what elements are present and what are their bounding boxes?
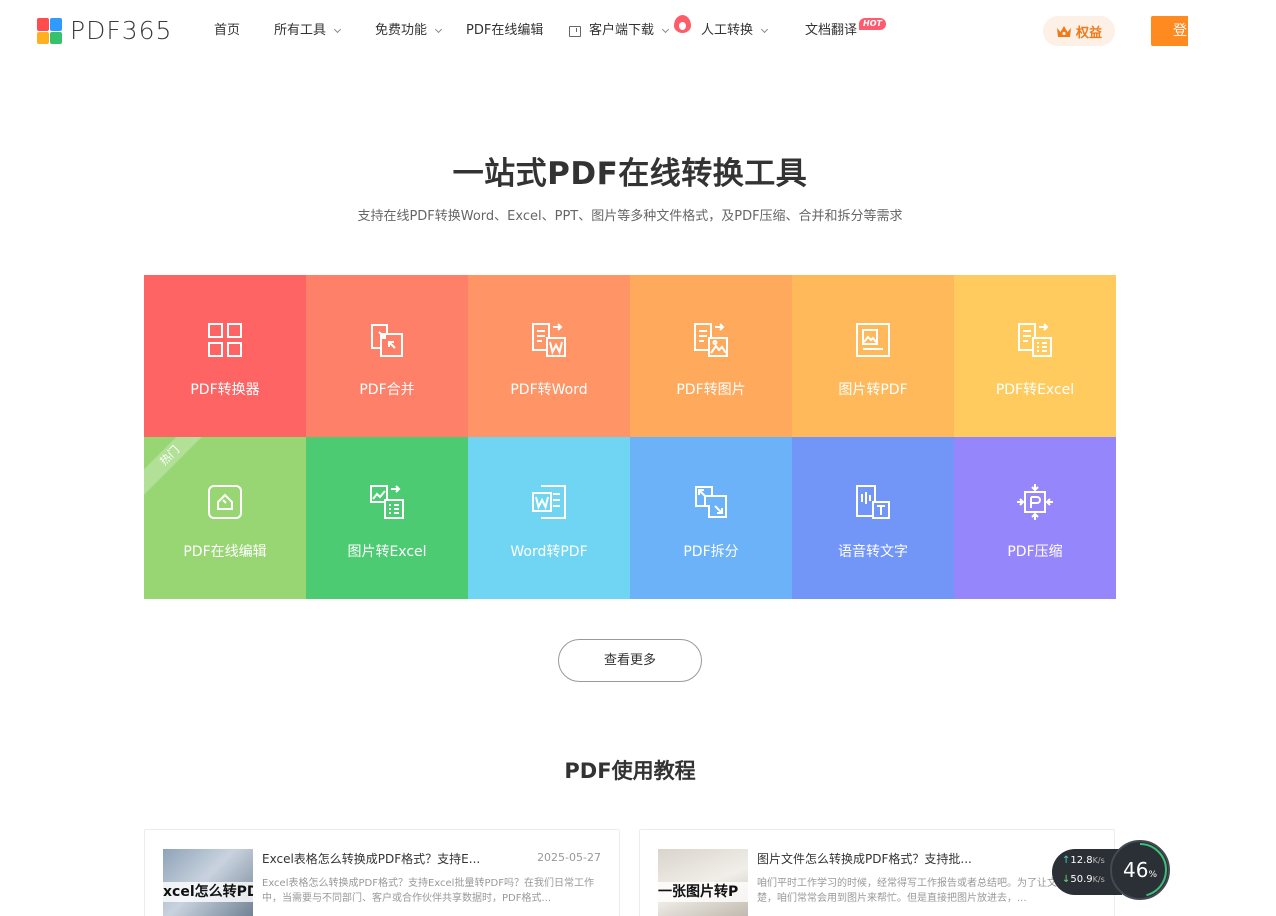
nav-item-label: 客户端下载	[589, 23, 655, 38]
tool-label: PDF合并	[359, 382, 415, 398]
nav-item-pdf-online-edit[interactable]: PDF在线编辑	[466, 22, 543, 40]
download-icon	[569, 25, 581, 37]
logo-mark-icon	[37, 18, 62, 44]
article-title[interactable]: 图片文件怎么转换成PDF格式？支持批...	[757, 850, 997, 867]
tool-pdf-compress[interactable]: PDF压缩	[954, 437, 1116, 599]
tool-label: PDF转换器	[190, 382, 260, 398]
tool-label: 图片转Excel	[347, 544, 427, 560]
tool-pdf-to-excel[interactable]: PDF转Excel	[954, 275, 1116, 437]
article-thumbnail-text: 一张图片转P	[658, 882, 748, 902]
article-card[interactable]: xcel怎么转PD Excel表格怎么转换成PDF格式？支持E... 2025-…	[144, 829, 620, 916]
speech-to-text-icon	[856, 485, 890, 519]
nav-item-label: 人工转换	[701, 23, 754, 38]
hot-badge: HOT	[859, 18, 886, 30]
speed-unit: K/s	[1092, 875, 1105, 884]
chevron-down-icon	[661, 25, 670, 34]
view-more-button[interactable]: 查看更多	[558, 639, 702, 682]
article-card[interactable]: 一张图片转P 图片文件怎么转换成PDF格式？支持批... 2025 咱们平时工作…	[639, 829, 1115, 916]
nav-item-home[interactable]: 首页	[214, 22, 240, 40]
tool-word-to-pdf[interactable]: Word转PDF	[468, 437, 630, 599]
hero-title: 一站式PDF在线转换工具	[452, 156, 808, 192]
nav-item-label: 免费功能	[375, 23, 428, 38]
tool-grid: PDF转换器 PDF合并 PDF转Word PDF转图片 图片转PDF PDF转…	[144, 275, 1116, 599]
tool-image-to-pdf[interactable]: 图片转PDF	[792, 275, 954, 437]
download-speed: ↓50.9K/s	[1062, 874, 1105, 885]
tool-label: PDF转图片	[676, 382, 746, 398]
usage-percent: 46%	[1112, 858, 1168, 882]
download-speed-value: 50.9	[1070, 874, 1093, 885]
word-to-pdf-icon	[532, 485, 566, 519]
pdf-to-image-icon	[694, 323, 728, 357]
pdf-to-word-icon	[532, 323, 566, 357]
tool-image-to-excel[interactable]: 图片转Excel	[306, 437, 468, 599]
hot-corner-badge: 热门	[144, 437, 212, 498]
top-header: PDF365 首页 所有工具 免费功能 PDF在线编辑 客户端下载 人工转换 文…	[0, 0, 1276, 62]
grid-icon	[208, 323, 242, 357]
tool-label: PDF压缩	[1007, 544, 1063, 560]
tool-label: 语音转文字	[838, 544, 908, 560]
article-thumbnail: 一张图片转P	[658, 849, 748, 916]
tutorial-section-title: PDF使用教程	[564, 759, 696, 783]
tool-label: PDF在线编辑	[183, 544, 267, 560]
tool-pdf-online-edit[interactable]: 热门 PDF在线编辑	[144, 437, 306, 599]
compress-icon	[1017, 484, 1053, 520]
tool-pdf-to-image[interactable]: PDF转图片	[630, 275, 792, 437]
chevron-down-icon	[333, 25, 342, 34]
chevron-down-icon	[760, 25, 769, 34]
nav-item-manual-convert[interactable]: 人工转换	[701, 22, 769, 40]
merge-icon	[371, 324, 403, 357]
memory-usage-ring[interactable]: 46%	[1110, 840, 1170, 900]
usage-percent-unit: %	[1148, 870, 1157, 880]
nav-item-label: 首页	[214, 23, 241, 38]
upload-speed-value: 12.8	[1070, 855, 1093, 866]
speed-unit: K/s	[1092, 856, 1105, 865]
tool-label: Word转PDF	[510, 544, 588, 560]
upload-speed: ↑12.8K/s	[1062, 855, 1105, 866]
article-thumbnail: xcel怎么转PD	[163, 849, 253, 916]
rights-button[interactable]: 权益	[1043, 16, 1115, 46]
tool-label: PDF转Word	[510, 382, 588, 398]
image-to-pdf-icon	[856, 323, 890, 357]
article-thumbnail-text: xcel怎么转PD	[163, 882, 253, 902]
tool-label: PDF拆分	[683, 544, 739, 560]
logo[interactable]: PDF365	[37, 18, 172, 44]
tool-pdf-merge[interactable]: PDF合并	[306, 275, 468, 437]
article-title[interactable]: Excel表格怎么转换成PDF格式？支持E...	[262, 850, 502, 867]
nav-item-label: 所有工具	[274, 23, 327, 38]
crown-icon	[1056, 25, 1071, 37]
tool-label: 图片转PDF	[838, 382, 908, 398]
nav-item-label: PDF在线编辑	[466, 23, 544, 38]
nav-item-client-download[interactable]: 客户端下载	[569, 22, 670, 40]
article-description: 咱们平时工作学习的时候，经常得写工作报告或者总结吧。为了让文档更清楚，咱们常常会…	[757, 878, 1087, 904]
tool-label: PDF转Excel	[995, 382, 1075, 398]
logo-text: PDF365	[70, 16, 173, 45]
nav-item-free-features[interactable]: 免费功能	[375, 22, 443, 40]
tool-pdf-converter[interactable]: PDF转换器	[144, 275, 306, 437]
nav-item-all-tools[interactable]: 所有工具	[274, 22, 342, 40]
hero-subtitle: 支持在线PDF转换Word、Excel、PPT、图片等多种文件格式，及PDF压缩…	[357, 209, 903, 224]
tool-speech-to-text[interactable]: 语音转文字	[792, 437, 954, 599]
tool-pdf-split[interactable]: PDF拆分	[630, 437, 792, 599]
split-icon	[695, 486, 727, 518]
article-description: Excel表格怎么转换成PDF格式？支持Excel批量转PDF吗？在我们日常工作…	[262, 878, 594, 904]
article-date: 2025-05-27	[537, 851, 601, 864]
chevron-down-icon	[434, 25, 443, 34]
rights-label: 权益	[1075, 25, 1102, 41]
pdf-to-excel-icon	[1018, 323, 1052, 357]
nav-item-doc-translate[interactable]: 文档翻译	[805, 22, 857, 40]
edit-icon	[208, 485, 242, 519]
login-button[interactable]: 登	[1151, 16, 1188, 46]
tool-pdf-to-word[interactable]: PDF转Word	[468, 275, 630, 437]
nav-item-label: 文档翻译	[805, 23, 858, 38]
image-to-excel-icon	[370, 485, 404, 519]
usage-percent-value: 46	[1122, 858, 1149, 882]
fire-icon	[674, 15, 691, 33]
